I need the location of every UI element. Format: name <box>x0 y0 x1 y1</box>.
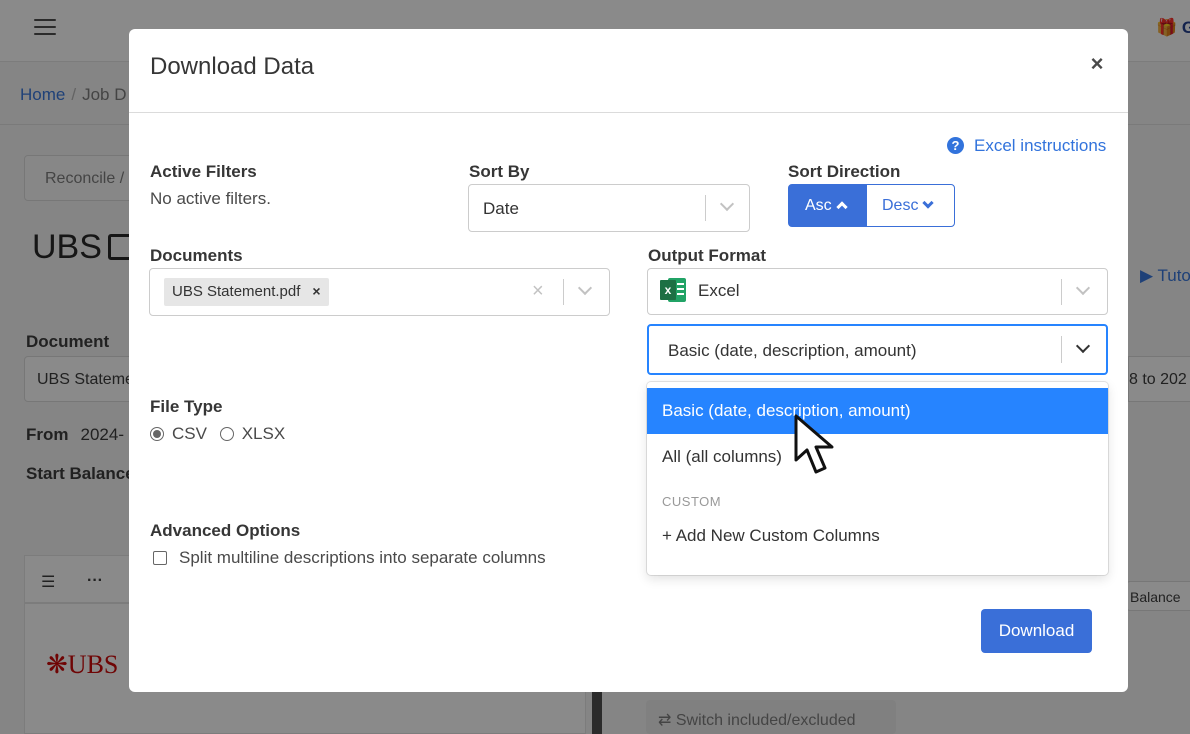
chevron-up-icon <box>836 201 848 213</box>
output-format-value: Excel <box>698 281 740 300</box>
sort-by-value: Date <box>483 199 519 218</box>
question-circle-icon: ? <box>947 137 964 154</box>
split-multiline-label: Split multiline descriptions into separa… <box>179 548 546 567</box>
sort-direction-label: Sort Direction <box>788 162 901 181</box>
sort-by-label: Sort By <box>469 162 530 181</box>
document-tag-label: UBS Statement.pdf <box>172 283 301 300</box>
chevron-down-icon[interactable] <box>577 280 593 296</box>
modal-header: Download Data × <box>129 29 1128 113</box>
dropdown-option-all[interactable]: All (all columns) <box>647 434 1108 480</box>
dropdown-option-basic[interactable]: Basic (date, description, amount) <box>647 388 1108 434</box>
chevron-down-icon <box>1075 338 1091 354</box>
download-data-modal: Download Data × ? Excel instructions Acti… <box>129 29 1128 692</box>
excel-icon: x <box>660 278 686 302</box>
chevron-down-icon <box>922 197 935 209</box>
sort-asc-button[interactable]: Asc <box>788 184 866 227</box>
excel-icon-letter: x <box>660 280 676 300</box>
output-format-select[interactable]: x Excel <box>647 268 1108 315</box>
select-separator <box>705 195 706 221</box>
radio-xlsx[interactable] <box>219 427 234 441</box>
dropdown-option-add-custom[interactable]: + Add New Custom Columns <box>647 514 1108 558</box>
close-icon[interactable]: × <box>1084 53 1110 79</box>
documents-select[interactable]: UBS Statement.pdf × × <box>149 268 610 316</box>
active-filters-label: Active Filters <box>150 162 257 181</box>
clear-icon[interactable]: × <box>532 280 544 303</box>
modal-title: Download Data <box>150 53 315 80</box>
select-separator <box>1061 279 1062 305</box>
split-multiline-checkbox[interactable] <box>153 551 167 565</box>
advanced-options-label: Advanced Options <box>150 521 301 540</box>
select-separator <box>563 279 564 305</box>
split-multiline-option: Split multiline descriptions into separa… <box>153 548 546 568</box>
file-type-options: CSV XLSX <box>150 424 285 444</box>
radio-csv-label: CSV <box>172 424 207 443</box>
chevron-down-icon <box>719 196 735 212</box>
excel-instructions-link[interactable]: ? Excel instructions <box>947 136 1106 156</box>
file-type-label: File Type <box>150 397 223 416</box>
download-button[interactable]: Download <box>981 609 1092 653</box>
dropdown-group-custom: CUSTOM <box>662 494 722 509</box>
tag-remove-icon[interactable]: × <box>312 283 320 299</box>
sort-by-select[interactable]: Date <box>468 184 750 232</box>
sort-desc-button[interactable]: Desc <box>866 184 955 227</box>
columns-select[interactable]: Basic (date, description, amount) <box>647 324 1108 375</box>
sort-asc-label: Asc <box>805 197 832 214</box>
radio-xlsx-label: XLSX <box>241 424 286 443</box>
radio-csv[interactable] <box>150 427 164 441</box>
sort-desc-label: Desc <box>882 197 919 214</box>
documents-label: Documents <box>150 246 243 265</box>
output-format-label: Output Format <box>648 246 767 265</box>
columns-value: Basic (date, description, amount) <box>668 341 917 360</box>
excel-instructions-text: Excel instructions <box>974 136 1107 155</box>
chevron-down-icon <box>1075 280 1091 296</box>
mouse-cursor-icon <box>794 414 834 474</box>
document-tag: UBS Statement.pdf × <box>164 278 329 306</box>
select-separator <box>1061 336 1062 363</box>
columns-dropdown-menu: Basic (date, description, amount) All (a… <box>647 382 1108 575</box>
active-filters-value: No active filters. <box>150 189 271 208</box>
